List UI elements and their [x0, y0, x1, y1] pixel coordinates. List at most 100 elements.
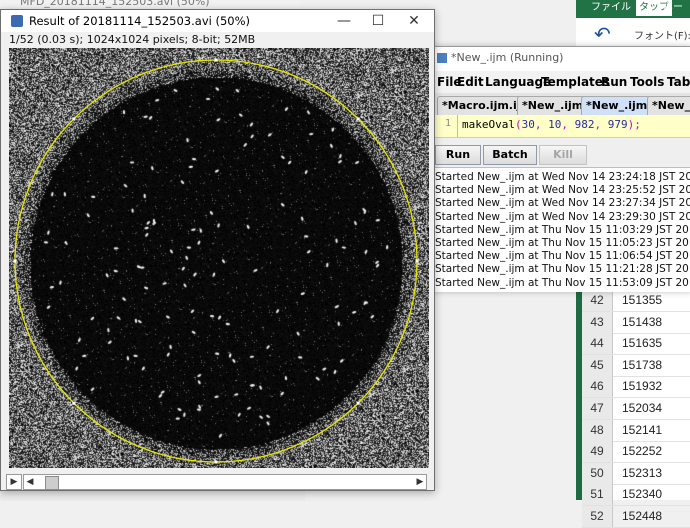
table-row[interactable]: 52 152448 [582, 506, 690, 528]
oval-overlay [13, 58, 419, 464]
image-canvas[interactable] [9, 48, 429, 468]
log-line: Started New_.ijm at Thu Nov 15 11:05:23 … [435, 237, 690, 249]
code-arg-y: 10 [548, 118, 562, 131]
code-arg-h: 979 [607, 118, 628, 131]
maximize-icon[interactable]: ☐ [363, 11, 393, 31]
macro-editor-window[interactable]: *New_.ijm (Running) File Edit Language T… [428, 46, 690, 292]
menu-edit[interactable]: Edit [457, 75, 484, 89]
log-line: Started New_.ijm at Thu Nov 15 11:21:28 … [435, 263, 690, 276]
excel-tab-home[interactable]: ホーム [660, 0, 690, 29]
gutter-divider [457, 115, 458, 137]
log-line: Started New_.ijm at Wed Nov 14 23:24:18 … [435, 171, 690, 183]
cell-value[interactable]: 152252 [622, 441, 662, 462]
cell-value[interactable]: 151635 [622, 333, 662, 354]
macro-button-row: Run Batch Kill [429, 145, 690, 167]
cell-value[interactable]: 151355 [622, 290, 662, 311]
macro-editor-titlebar[interactable]: *New_.ijm (Running) [429, 47, 690, 71]
log-line: Started New_.ijm at Wed Nov 14 23:29:30 … [435, 210, 690, 223]
log-line: Started New_.ijm at Thu Nov 15 11:53:09 … [435, 276, 690, 289]
row-number[interactable]: 44 [582, 333, 613, 355]
cell-value[interactable]: 151438 [622, 312, 662, 333]
menu-tools[interactable]: Tools [630, 75, 664, 89]
tab-new-ijm-active[interactable]: *New_.ijm [581, 96, 653, 115]
slice-thumb[interactable] [45, 476, 60, 490]
table-row[interactable]: 43 151438 [582, 311, 690, 334]
menu-templates[interactable]: Templates [541, 75, 610, 89]
table-row[interactable]: 42 151355 [582, 290, 690, 312]
minimize-icon[interactable]: — [329, 11, 359, 31]
cell-value[interactable]: 152340 [622, 484, 662, 505]
scroll-right-icon[interactable]: ▶ [414, 475, 426, 489]
close-icon[interactable]: ✕ [399, 11, 429, 31]
cell-value[interactable]: 152448 [622, 506, 662, 527]
log-line: Started New_.ijm at Thu Nov 15 11:03:29 … [435, 223, 690, 236]
log-output[interactable]: Started New_.ijm at Wed Nov 14 23:24:18 … [429, 167, 690, 292]
run-button[interactable]: Run [435, 145, 481, 165]
table-row[interactable]: 49 152252 [582, 441, 690, 464]
image-window[interactable]: Result of 20181114_152503.avi (50%) — ☐ … [0, 9, 435, 491]
table-row[interactable]: 47 152034 [582, 398, 690, 420]
code-open: ( [514, 118, 522, 131]
selection-handle[interactable] [415, 259, 419, 263]
table-row[interactable]: 51 152340 [582, 484, 690, 507]
row-number[interactable]: 51 [582, 484, 613, 506]
table-row[interactable]: 44 151635 [582, 333, 690, 356]
tab-new-ijm-3[interactable]: *New_.ijm [647, 96, 690, 115]
line-number: 1 [445, 118, 452, 129]
selection-handle[interactable] [214, 58, 218, 62]
slice-scrollbar[interactable]: ◀ ▶ [23, 474, 427, 490]
background-window-titlebar[interactable]: MFD_20181114_152503.avi (50%) [0, 0, 300, 8]
undo-arrow-icon[interactable]: ↶ [594, 22, 611, 46]
code-comma: , [594, 118, 608, 131]
row-number[interactable]: 52 [582, 506, 613, 527]
cell-value[interactable]: 152313 [622, 463, 662, 484]
table-row[interactable]: 45 151738 [582, 354, 690, 377]
row-number[interactable]: 50 [582, 462, 613, 484]
cell-value[interactable]: 152141 [622, 420, 662, 441]
selection-handles [13, 58, 419, 464]
row-number[interactable]: 42 [582, 290, 613, 311]
play-icon[interactable]: ▶ [6, 474, 22, 490]
code-function: makeOval [462, 118, 515, 131]
log-line: Started New_.ijm at Wed Nov 14 23:25:52 … [435, 184, 690, 197]
cell-value[interactable]: 151738 [622, 355, 662, 376]
macro-menubar: File Edit Language Templates Run Tools T… [429, 71, 690, 93]
selection-handle[interactable] [13, 259, 17, 263]
row-number[interactable]: 49 [582, 441, 613, 463]
menu-tabs[interactable]: Tabs [667, 75, 690, 89]
cell-value[interactable]: 151932 [622, 376, 662, 397]
table-row[interactable]: 48 152141 [582, 419, 690, 442]
row-number[interactable]: 48 [582, 419, 613, 441]
macro-editor-title: *New_.ijm (Running) [451, 51, 564, 64]
table-row[interactable]: 50 152313 [582, 462, 690, 485]
row-number[interactable]: 46 [582, 376, 613, 398]
selection-handle[interactable] [356, 117, 360, 121]
table-row[interactable]: 46 151932 [582, 376, 690, 399]
stack-slider[interactable]: ▶ ◀ ▶ [1, 472, 434, 490]
selection-handle[interactable] [72, 401, 76, 405]
scroll-left-icon[interactable]: ◀ [24, 475, 36, 489]
menu-run[interactable]: Run [601, 75, 627, 89]
image-window-title: Result of 20181114_152503.avi (50%) [29, 14, 251, 28]
excel-ribbon-panel: ↶ フォント(F): 游 [576, 18, 690, 48]
code-comma: , [534, 118, 549, 131]
row-number[interactable]: 43 [582, 311, 613, 333]
selection-handle[interactable] [214, 460, 218, 464]
tab-new-ijm-1[interactable]: *New_.ijm [517, 96, 589, 115]
excel-tab-file[interactable]: ファイル [588, 0, 634, 16]
code-arg-w: 982 [574, 118, 595, 131]
code-editor[interactable]: 1 makeOval(30, 10, 982, 979); [429, 115, 690, 138]
cell-value[interactable]: 152034 [622, 398, 662, 419]
code-arg-x: 30 [521, 118, 535, 131]
batch-button[interactable]: Batch [483, 145, 537, 165]
row-number[interactable]: 45 [582, 354, 613, 376]
code-line[interactable]: makeOval(30, 10, 982, 979); [462, 118, 641, 131]
image-window-titlebar[interactable]: Result of 20181114_152503.avi (50%) — ☐ … [1, 10, 434, 32]
macro-tabbar: *Macro.ijm.ijm *New_.ijm *New_.ijm *New_… [429, 93, 690, 116]
row-number[interactable]: 47 [582, 398, 613, 419]
selection-handle[interactable] [356, 401, 360, 405]
selection-handle[interactable] [72, 117, 76, 121]
imagej-icon [437, 53, 447, 63]
excel-grid[interactable]: 42 151355 43 151438 44 151635 45 151738 46 151932… [582, 290, 690, 528]
kill-button[interactable]: Kill [539, 145, 587, 165]
